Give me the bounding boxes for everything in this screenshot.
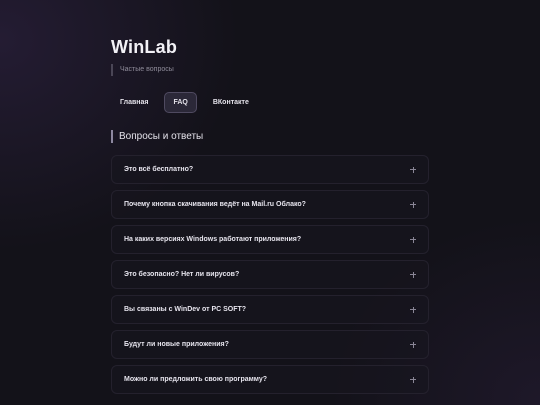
faq-item-windev[interactable]: Вы связаны с WinDev от PC SOFT? bbox=[111, 295, 429, 324]
faq-item-mailru[interactable]: Почему кнопка скачивания ведёт на Mail.r… bbox=[111, 190, 429, 219]
plus-icon bbox=[410, 306, 416, 313]
faq-question: Это всё бесплатно? bbox=[124, 166, 194, 173]
faq-item-suggest-program[interactable]: Можно ли предложить свою программу? bbox=[111, 365, 429, 394]
faq-item-free[interactable]: Это всё бесплатно? bbox=[111, 155, 429, 184]
plus-icon bbox=[410, 201, 416, 208]
faq-question: Можно ли предложить свою программу? bbox=[124, 376, 268, 383]
plus-icon bbox=[410, 376, 416, 383]
main-nav: Главная FAQ ВКонтакте bbox=[111, 92, 258, 113]
faq-item-windows-versions[interactable]: На каких версиях Windows работают прилож… bbox=[111, 225, 429, 254]
plus-icon bbox=[410, 271, 416, 278]
faq-question: Это безопасно? Нет ли вирусов? bbox=[124, 271, 240, 278]
section-title: Вопросы и ответы bbox=[111, 130, 203, 143]
faq-question: Почему кнопка скачивания ведёт на Mail.r… bbox=[124, 201, 306, 208]
page-tagline: Частые вопросы bbox=[111, 64, 174, 76]
faq-list: Это всё бесплатно? Почему кнопка скачива… bbox=[111, 155, 429, 400]
faq-question: Вы связаны с WinDev от PC SOFT? bbox=[124, 306, 247, 313]
site-logo[interactable]: WinLab bbox=[111, 37, 177, 58]
faq-question: На каких версиях Windows работают прилож… bbox=[124, 236, 302, 243]
nav-vk-button[interactable]: ВКонтакте bbox=[204, 92, 258, 113]
plus-icon bbox=[410, 166, 416, 173]
faq-item-safety[interactable]: Это безопасно? Нет ли вирусов? bbox=[111, 260, 429, 289]
nav-faq-button[interactable]: FAQ bbox=[164, 92, 197, 113]
faq-item-new-apps[interactable]: Будут ли новые приложения? bbox=[111, 330, 429, 359]
nav-home-button[interactable]: Главная bbox=[111, 92, 157, 113]
plus-icon bbox=[410, 236, 416, 243]
faq-question: Будут ли новые приложения? bbox=[124, 341, 229, 348]
plus-icon bbox=[410, 341, 416, 348]
